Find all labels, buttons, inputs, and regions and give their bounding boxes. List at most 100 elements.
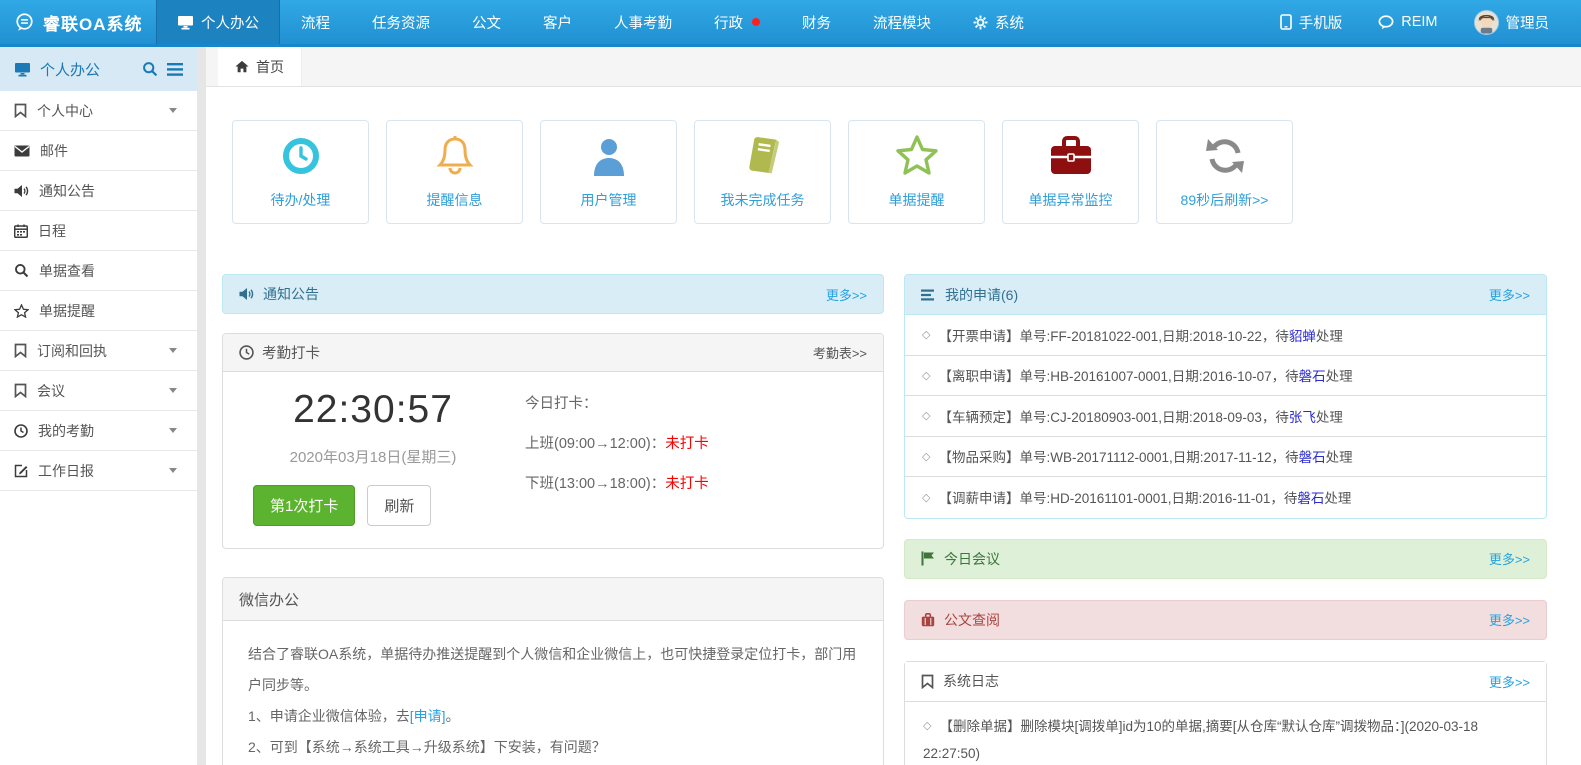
sidebar: 个人办公 个人中心 邮件 [0, 47, 197, 765]
nav-item-official-doc[interactable]: 公文 [451, 0, 522, 44]
chevron-down-icon [169, 428, 177, 433]
shift1-status: 未打卡 [665, 436, 709, 452]
chevron-down-icon [169, 388, 177, 393]
system-log-more-link[interactable]: 更多>> [1489, 672, 1530, 691]
sidebar-item-schedule[interactable]: 日程 [0, 211, 197, 251]
avatar [1474, 10, 1499, 35]
refresh-button[interactable]: 刷新 [367, 485, 431, 526]
system-log-entry[interactable]: ◇ 【删除单据】删除模块[调拨单]id为10的单据,摘要[从仓库“默认仓库”调拨… [905, 702, 1546, 765]
clock-icon [280, 134, 322, 178]
attendance-sheet-link[interactable]: 考勤表>> [813, 343, 867, 362]
speaker-icon [239, 287, 254, 301]
wechat-panel: 微信办公 结合了睿联OA系统，单据待办推送提醒到个人微信和企业微信上，也可快捷登… [222, 577, 884, 765]
sidebar-item-notice[interactable]: 通知公告 [0, 171, 197, 211]
sidebar-gutter [197, 47, 206, 765]
nav-item-administration[interactable]: 行政 [693, 0, 781, 44]
card-refresh-countdown[interactable]: 89秒后刷新>> [1156, 120, 1293, 224]
doc-review-more-link[interactable]: 更多>> [1489, 610, 1530, 629]
nav-item-workflow[interactable]: 流程 [280, 0, 351, 44]
star-icon [14, 304, 29, 318]
diamond-bullet-icon: ◇ [922, 409, 930, 422]
calendar-icon [14, 224, 28, 238]
afternoon-shift-row: 下班(13:00→18:00)：未打卡 [525, 472, 709, 493]
card-todo[interactable]: 待办/处理 [232, 120, 369, 224]
sidebar-item-my-attendance[interactable]: 我的考勤 [0, 411, 197, 451]
diamond-bullet-icon: ◇ [922, 328, 930, 341]
attendance-title: 考勤打卡 [262, 342, 320, 363]
application-row[interactable]: ◇ 【物品采购】单号:WB-20171112-0001,日期:2017-11-1… [905, 437, 1546, 478]
search-icon [14, 263, 29, 278]
meetings-more-link[interactable]: 更多>> [1489, 549, 1530, 568]
apply-link[interactable]: [申请] [410, 708, 446, 724]
card-reminders[interactable]: 提醒信息 [386, 120, 523, 224]
card-user-management[interactable]: 用户管理 [540, 120, 677, 224]
chevron-down-icon [169, 468, 177, 473]
handler-link[interactable]: 磐石 [1297, 487, 1324, 507]
sidebar-item-meeting[interactable]: 会议 [0, 371, 197, 411]
wechat-item-1: 1、申请企业微信体验，去[申请]。 [248, 701, 858, 732]
system-log-panel: 系统日志 更多>> ◇ 【删除单据】删除模块[调拨单]id为10的单据,摘要[从… [904, 661, 1547, 765]
list-icon [921, 289, 936, 301]
today-meetings-panel: 今日会议 更多>> [904, 539, 1547, 579]
handler-link[interactable]: 磐石 [1299, 446, 1326, 466]
application-row[interactable]: ◇ 【车辆预定】单号:CJ-20180903-001,日期:2018-09-03… [905, 396, 1546, 437]
handler-link[interactable]: 张飞 [1289, 406, 1316, 426]
nav-item-customer[interactable]: 客户 [522, 0, 593, 44]
nav-item-personal-office[interactable]: 个人办公 [156, 0, 280, 44]
application-row[interactable]: ◇ 【离职申请】单号:HB-20161007-0001,日期:2016-10-0… [905, 356, 1546, 397]
speaker-icon [14, 184, 29, 198]
brand-title: 睿联OA系统 [43, 10, 143, 35]
sidebar-item-daily-report[interactable]: 工作日报 [0, 451, 197, 491]
user-menu[interactable]: 管理员 [1460, 10, 1564, 35]
bookmark-icon [14, 383, 27, 398]
card-doc-remind[interactable]: 单据提醒 [848, 120, 985, 224]
morning-shift-row: 上班(09:00→12:00)：未打卡 [525, 432, 709, 453]
sidebar-item-doc-view[interactable]: 单据查看 [0, 251, 197, 291]
search-icon[interactable] [142, 61, 158, 77]
applications-more-link[interactable]: 更多>> [1489, 285, 1530, 304]
card-doc-anomaly-monitor[interactable]: 单据异常监控 [1002, 120, 1139, 224]
today-punch-label: 今日打卡： [525, 392, 709, 413]
tab-bar: 首页 [206, 47, 1581, 87]
notice-more-link[interactable]: 更多>> [826, 285, 867, 304]
book-icon [742, 134, 784, 178]
home-icon [235, 60, 249, 73]
sidebar-item-doc-remind[interactable]: 单据提醒 [0, 291, 197, 331]
notice-title: 通知公告 [263, 284, 319, 304]
main-menu: 个人办公 流程 任务资源 公文 客户 人事考勤 行政 财务 流程模块 系统 [156, 0, 1045, 44]
sidebar-item-subscribe[interactable]: 订阅和回执 [0, 331, 197, 371]
punch-in-button[interactable]: 第1次打卡 [253, 485, 355, 526]
notification-dot [752, 18, 760, 26]
application-row[interactable]: ◇ 【开票申请】单号:FF-20181022-001,日期:2018-10-22… [905, 315, 1546, 356]
nav-item-finance[interactable]: 财务 [781, 0, 852, 44]
sidebar-item-personal-center[interactable]: 个人中心 [0, 91, 197, 131]
clock-icon [14, 424, 28, 438]
attendance-header: 考勤打卡 考勤表>> [223, 334, 883, 372]
nav-item-workflow-module[interactable]: 流程模块 [852, 0, 952, 44]
nav-item-task-resource[interactable]: 任务资源 [351, 0, 451, 44]
briefcase-icon [1049, 134, 1093, 178]
nav-item-hr-attendance[interactable]: 人事考勤 [593, 0, 693, 44]
tab-home[interactable]: 首页 [218, 47, 302, 86]
handler-link[interactable]: 磐石 [1299, 365, 1326, 385]
system-log-title: 系统日志 [943, 671, 999, 691]
system-log-header: 系统日志 更多>> [905, 662, 1546, 702]
wechat-title: 微信办公 [239, 589, 299, 610]
diamond-bullet-icon: ◇ [923, 713, 931, 740]
sidebar-title: 个人办公 [40, 59, 100, 80]
handler-link[interactable]: 貂蝉 [1289, 325, 1316, 345]
star-icon [895, 134, 939, 178]
mobile-version-link[interactable]: 手机版 [1266, 12, 1357, 33]
brand[interactable]: 睿联OA系统 [0, 0, 156, 44]
application-row[interactable]: ◇ 【调薪申请】单号:HD-20161101-0001,日期:2016-11-0… [905, 477, 1546, 518]
monitor-icon [14, 62, 31, 77]
sidebar-menu: 个人中心 邮件 通知公告 日程 单据查看 [0, 91, 197, 491]
nav-item-system[interactable]: 系统 [952, 0, 1045, 44]
card-unfinished-tasks[interactable]: 我未完成任务 [694, 120, 831, 224]
sidebar-item-mail[interactable]: 邮件 [0, 131, 197, 171]
diamond-bullet-icon: ◇ [922, 450, 930, 463]
menu-toggle-icon[interactable] [167, 63, 183, 76]
reim-link[interactable]: REIM [1364, 14, 1451, 30]
sidebar-header: 个人办公 [0, 47, 197, 91]
user-icon [590, 134, 628, 178]
